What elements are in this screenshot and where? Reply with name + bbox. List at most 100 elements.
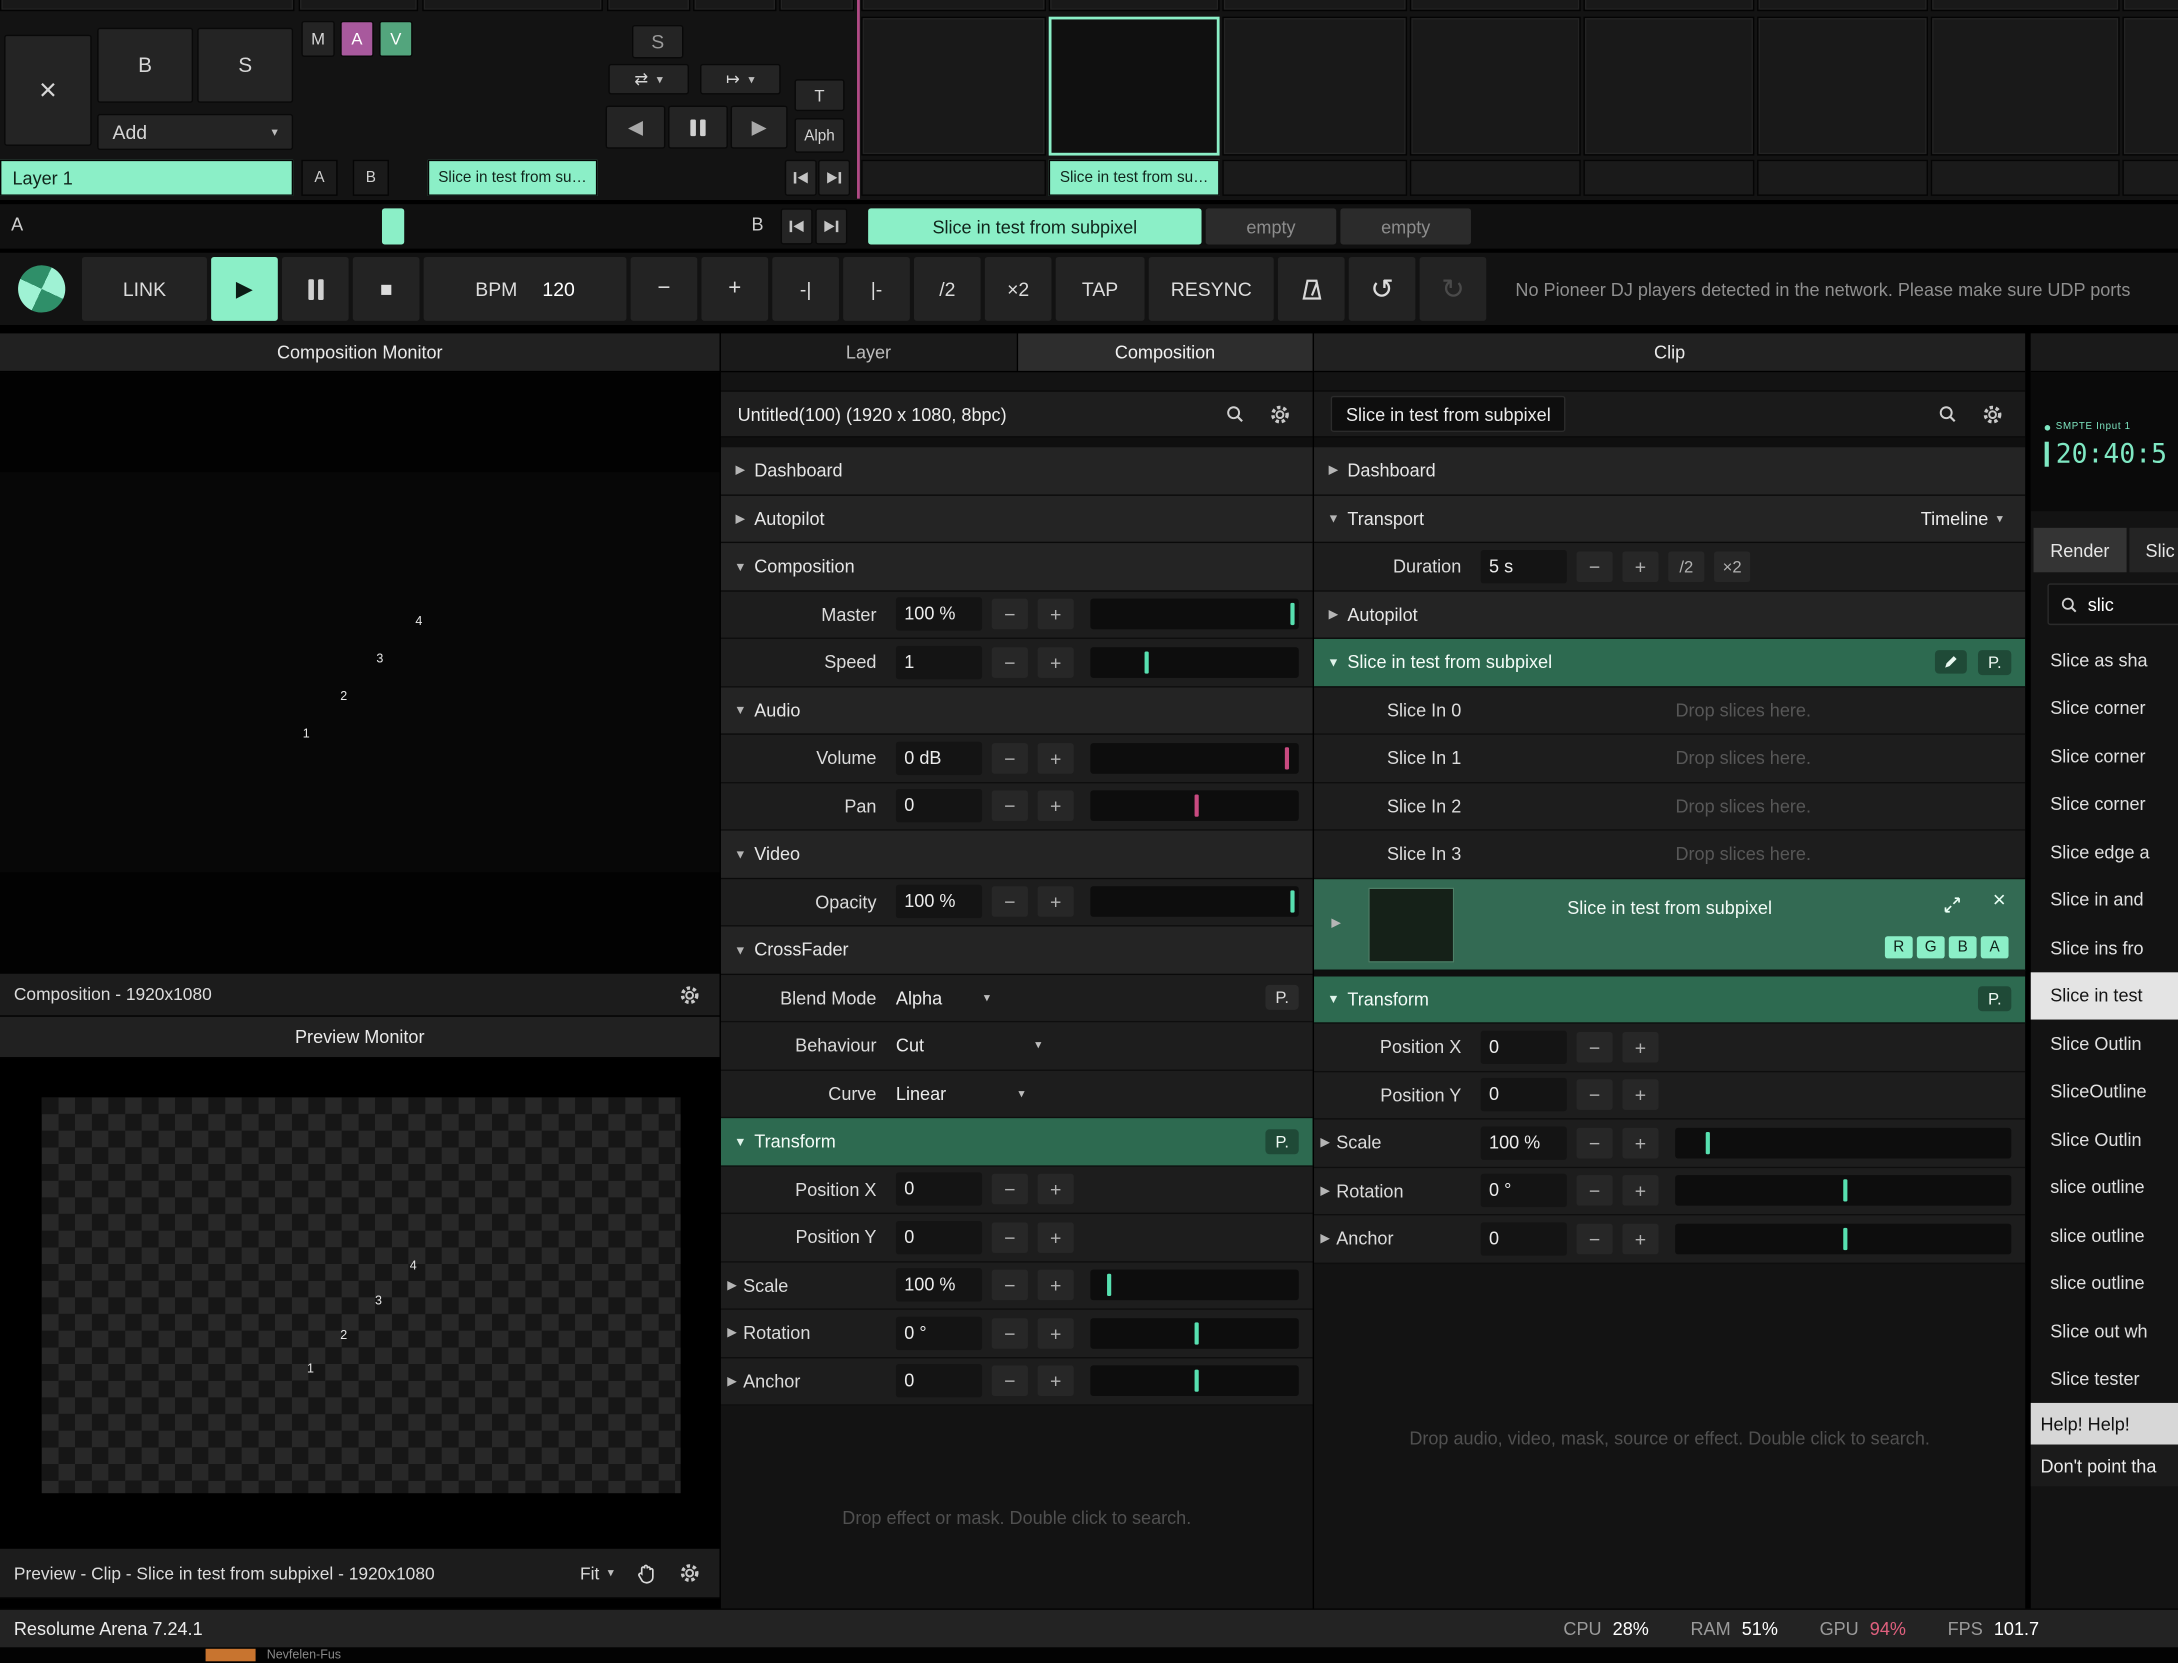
clip-label-cell[interactable] [1583, 160, 1754, 196]
anchor-slider[interactable] [1675, 1223, 2011, 1254]
next-clip-button[interactable] [818, 160, 850, 196]
clip-cell[interactable] [861, 17, 1046, 156]
decrement-button[interactable]: − [992, 1270, 1028, 1301]
active-clip-chip[interactable]: Slice in test from subpixel [868, 208, 1201, 244]
search-icon[interactable] [1225, 404, 1244, 423]
clip-label-cell[interactable] [1757, 160, 1928, 196]
bpm-double-button[interactable]: ×2 [985, 257, 1052, 321]
increment-button[interactable]: + [1622, 1032, 1658, 1063]
clip-label-cell-selected[interactable]: Slice in test from su… [1049, 160, 1220, 196]
increment-button[interactable]: + [1622, 1080, 1658, 1111]
increment-button[interactable]: + [1038, 791, 1074, 822]
volume-slider[interactable] [1090, 743, 1298, 774]
speed-value-field[interactable]: 1 [896, 646, 982, 679]
file-item[interactable]: Slice Outlin [2031, 1115, 2178, 1163]
duration-value-field[interactable]: 5 s [1481, 550, 1567, 583]
channel-b-toggle[interactable]: B [1949, 936, 1977, 958]
crossfader-handle[interactable] [382, 208, 404, 244]
bpm-half-button[interactable]: /2 [914, 257, 981, 321]
pause-button[interactable] [668, 106, 728, 149]
behaviour-dropdown[interactable]: Cut [896, 1035, 924, 1056]
section-crossfader[interactable]: ▼CrossFader [721, 926, 1313, 974]
increment-button[interactable]: + [1622, 1128, 1658, 1159]
section-transport[interactable]: ▼ Transport Timeline ▾ [1314, 495, 2025, 543]
file-thumbnail[interactable] [206, 1649, 256, 1662]
resync-button[interactable]: RESYNC [1149, 257, 1274, 321]
pan-slider[interactable] [1090, 791, 1298, 822]
fit-dropdown[interactable]: Fit ▾ [580, 1563, 614, 1582]
increment-button[interactable]: + [1622, 1223, 1658, 1254]
decrement-button[interactable]: − [992, 1222, 1028, 1253]
increment-button[interactable]: + [1038, 1174, 1074, 1205]
clip-cell[interactable] [0, 0, 294, 11]
bpm-control[interactable]: BPM 120 [424, 257, 627, 321]
redo-button[interactable]: ↻ [1420, 257, 1487, 321]
section-composition[interactable]: ▼Composition [721, 543, 1313, 591]
param-p-button[interactable]: P. [1978, 650, 2011, 675]
decrement-button[interactable]: − [1577, 551, 1613, 582]
prev-column-button[interactable] [781, 208, 813, 244]
play-backwards-button[interactable]: ◀ [606, 106, 666, 149]
clip-label-cell[interactable] [861, 160, 1046, 196]
add-layer-dropdown[interactable]: Add ▾ [97, 114, 293, 150]
increment-button[interactable]: + [1622, 1175, 1658, 1206]
opacity-slider[interactable] [1090, 887, 1298, 918]
param-p-button[interactable]: P. [1266, 1129, 1299, 1154]
file-item[interactable]: slice outline [2031, 1259, 2178, 1307]
param-p-button[interactable]: P. [1978, 987, 2011, 1012]
section-effect[interactable]: ▼ Slice in test from subpixel P. [1314, 639, 2025, 687]
file-item[interactable]: SliceOutline [2031, 1067, 2178, 1115]
clip-cell[interactable] [1757, 17, 1928, 156]
duration-double-button[interactable]: ×2 [1714, 551, 1750, 582]
tab-render[interactable]: Render [2034, 528, 2127, 572]
scale-value-field[interactable]: 100 % [1481, 1126, 1567, 1159]
clip-cell[interactable] [1583, 17, 1754, 156]
clip-name-field[interactable]: Slice in test from subpixel [1331, 396, 1566, 432]
audio-toggle[interactable]: A [340, 21, 373, 57]
speed-slider[interactable] [1090, 647, 1298, 678]
clip-label-cell[interactable] [1931, 160, 2120, 196]
slice-drop-zone[interactable]: Drop slices here. [1461, 700, 2025, 721]
gear-icon[interactable] [1982, 404, 2003, 425]
increment-button[interactable]: + [1038, 887, 1074, 918]
volume-value-field[interactable]: 0 dB [896, 741, 982, 774]
opacity-value-field[interactable]: 100 % [896, 885, 982, 918]
column-a-label[interactable]: A [301, 160, 337, 196]
solo-layer-button[interactable]: S [197, 28, 293, 103]
section-transform[interactable]: ▼ Transform P. [1314, 976, 2025, 1024]
file-item[interactable]: Slice out wh [2031, 1307, 2178, 1355]
collapse-icon[interactable]: ▶ [1314, 1183, 1336, 1198]
bpm-decrease-button[interactable]: − [631, 257, 698, 321]
master-toggle[interactable]: M [301, 21, 334, 57]
tab-composition[interactable]: Composition [1017, 333, 1312, 371]
rotation-slider[interactable] [1090, 1318, 1298, 1349]
pan-hand-icon[interactable] [636, 1562, 657, 1584]
file-item[interactable]: Slice as sha [2031, 636, 2178, 684]
increment-button[interactable]: + [1038, 599, 1074, 630]
section-autopilot[interactable]: ▶Autopilot [721, 495, 1313, 543]
layer-clip-label[interactable]: Slice in test from su… [428, 160, 597, 196]
section-audio[interactable]: ▼Audio [721, 687, 1313, 735]
chevron-down-icon[interactable]: ▾ [984, 990, 990, 1005]
timeline-toggle[interactable]: T [795, 79, 845, 111]
browser-search-input[interactable]: slic [2047, 583, 2178, 625]
collapse-icon[interactable]: ▶ [721, 1373, 743, 1388]
file-item-selected[interactable]: Slice in test [2031, 972, 2178, 1020]
clip-cell-selected[interactable] [1049, 17, 1220, 156]
gear-icon[interactable] [679, 984, 700, 1005]
duration-half-button[interactable]: /2 [1668, 551, 1704, 582]
channel-g-toggle[interactable]: G [1917, 936, 1945, 958]
file-item[interactable]: slice outline [2031, 1211, 2178, 1259]
clip-cell[interactable] [1049, 0, 1220, 11]
decrement-button[interactable]: − [1577, 1128, 1613, 1159]
section-video[interactable]: ▼Video [721, 831, 1313, 879]
file-item[interactable]: Slice corner [2031, 732, 2178, 780]
file-item[interactable]: Slice corner [2031, 684, 2178, 732]
clip-label-cell[interactable] [2122, 160, 2178, 196]
channel-r-toggle[interactable]: R [1885, 936, 1913, 958]
solo-button[interactable]: S [632, 25, 683, 58]
nudge-down-button[interactable]: -| [772, 257, 839, 321]
tab-slice[interactable]: Slic [2129, 528, 2178, 572]
decrement-button[interactable]: − [992, 1318, 1028, 1349]
expand-icon[interactable] [1943, 895, 1961, 913]
